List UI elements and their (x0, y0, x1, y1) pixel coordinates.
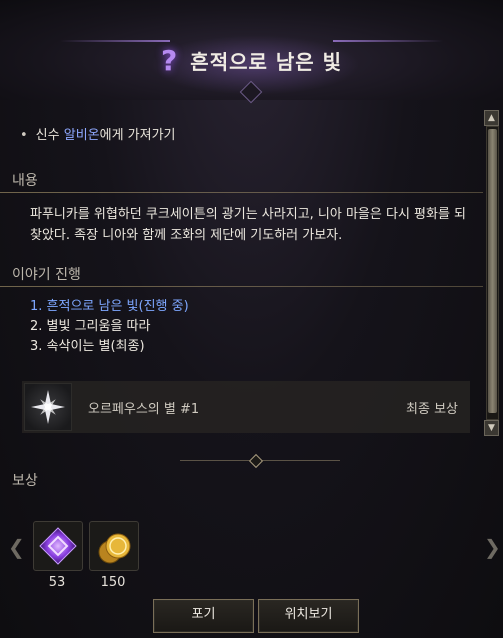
objective-suffix: 에게 가져가기 (99, 128, 176, 143)
header-ornament-right (333, 40, 443, 42)
content-description: 파푸니카를 위협하던 쿠크세이튼의 광기는 사라지고, 니아 마을은 다시 평화… (30, 207, 467, 243)
content-section-title: 내용 (12, 173, 38, 189)
content-divider (0, 192, 483, 193)
locate-button[interactable]: 위치보기 (258, 599, 359, 633)
scroll-track[interactable] (486, 126, 499, 420)
reward-item-slot[interactable] (33, 521, 83, 571)
gold-coins-icon (98, 533, 131, 564)
header-ornament-left (60, 40, 170, 42)
chevron-left-icon[interactable]: ❮ (8, 535, 25, 559)
separator-left (180, 460, 250, 461)
question-mark-icon: ? (160, 44, 178, 77)
story-section-title: 이야기 진행 (12, 267, 81, 283)
quest-title: 흔적으로 남은 빛 (190, 50, 343, 74)
bullet-icon: • (20, 128, 28, 143)
story-progress-list: 1. 흔적으로 남은 빛(진행 중) 2. 별빛 그리움을 따라 3. 속삭이는… (30, 297, 189, 357)
npc-name-link[interactable]: 알비온 (64, 128, 100, 143)
story-step: 2. 별빛 그리움을 따라 (30, 319, 151, 334)
quest-objective: • 신수 알비온에게 가져가기 (20, 124, 176, 143)
final-reward-row[interactable]: 오르페우스의 별 #1 최종 보상 (22, 381, 470, 433)
separator-diamond-icon (248, 453, 264, 469)
scroll-down-button[interactable]: ▼ (484, 420, 499, 436)
separator-right (260, 460, 340, 461)
title-wrap: ? 흔적으로 남은 빛 (0, 44, 503, 77)
scroll-thumb[interactable] (488, 129, 497, 413)
reward-item-count: 150 (100, 575, 126, 590)
reward-item-count: 53 (48, 575, 66, 590)
give-up-button[interactable]: 포기 (153, 599, 254, 633)
purple-gem-icon (39, 527, 77, 565)
scroll-up-button[interactable]: ▲ (484, 110, 499, 126)
chevron-right-icon[interactable]: ❯ (484, 535, 501, 559)
star-icon (24, 383, 72, 431)
reward-section-title: 보상 (12, 473, 38, 489)
story-step: 3. 속삭이는 별(최종) (30, 339, 145, 354)
scrollbar[interactable]: ▲ ▼ (484, 110, 499, 436)
story-step-current: 1. 흔적으로 남은 빛(진행 중) (30, 299, 189, 314)
final-reward-label: 최종 보상 (406, 402, 458, 417)
story-divider (0, 286, 483, 287)
final-reward-name: 오르페우스의 별 #1 (88, 402, 200, 417)
quest-header: ? 흔적으로 남은 빛 (0, 0, 503, 104)
objective-prefix: 신수 (35, 128, 64, 143)
reward-item-slot[interactable] (89, 521, 139, 571)
